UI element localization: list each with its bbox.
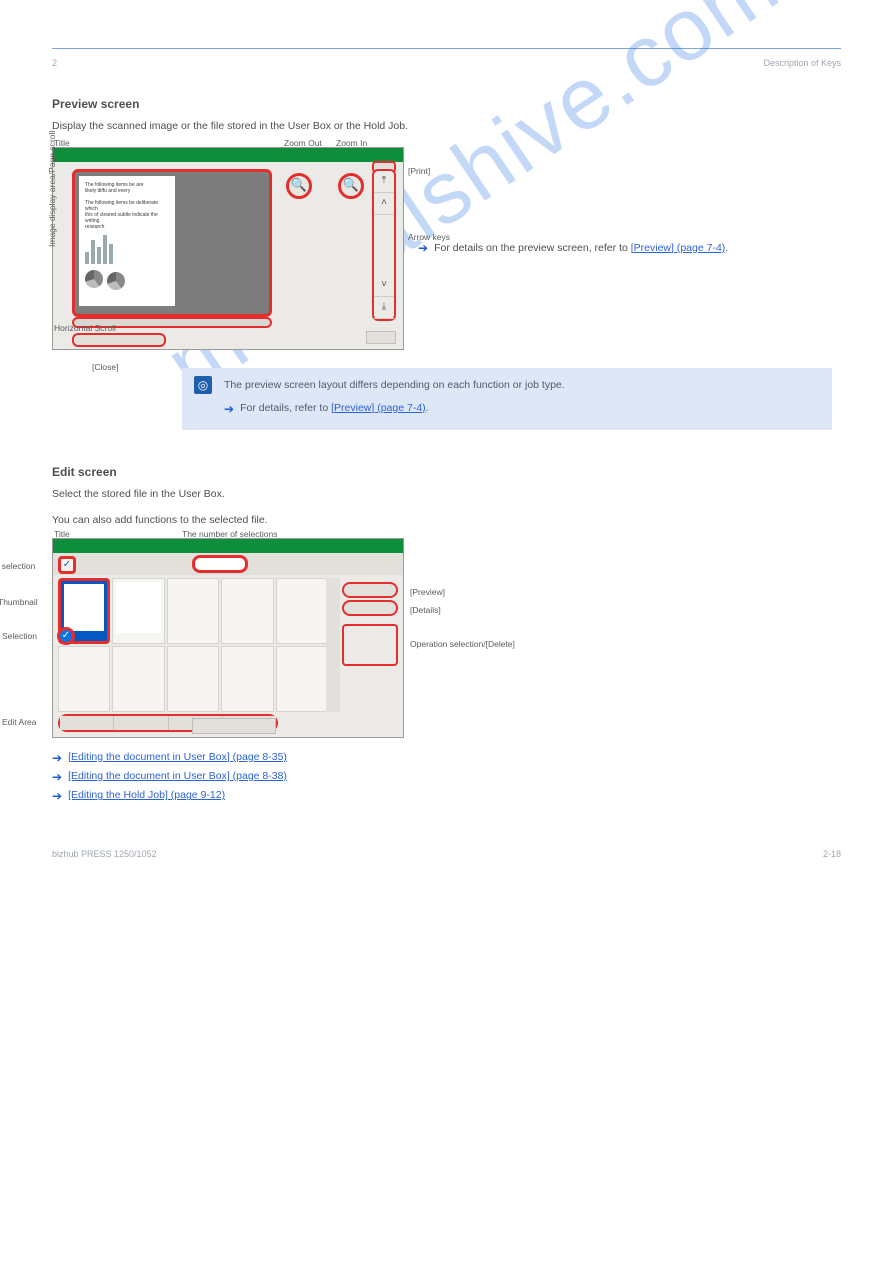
preview-close — [72, 333, 166, 347]
check-icon: ✓ — [57, 627, 75, 645]
page-header: 2 Description of Keys — [52, 57, 841, 70]
arrow-icon: ➔ — [52, 752, 62, 764]
preview-canvas: The following items be arelikely diffu a… — [72, 169, 272, 317]
edit-start — [192, 718, 276, 734]
preview-lead: Display the scanned image or the file st… — [52, 119, 812, 134]
callout-e-title: Title — [54, 528, 70, 540]
thumbnail-selected: ✓ — [58, 578, 110, 644]
callout-print: [Print] — [408, 165, 430, 177]
footer-model: bizhub PRESS 1250/1052 — [52, 848, 157, 861]
arrow-icon: ➔ — [52, 790, 62, 802]
info-icon: ◎ — [194, 376, 212, 394]
zoom-in-icon: 🔍 — [338, 173, 364, 199]
callout-hscroll: Horizontal Scroll — [54, 322, 116, 334]
callout-e-del: Operation selection/[Delete] — [410, 638, 520, 650]
callout-close: [Close] — [92, 361, 118, 373]
arrow-icon: ➔ — [52, 771, 62, 783]
preview-screenshot: The following items be arelikely diffu a… — [52, 147, 404, 350]
callout-e-prev: [Preview] — [410, 586, 445, 598]
info-line1: The preview screen layout differs depend… — [224, 378, 818, 393]
page-footer: bizhub PRESS 1250/1052 2-18 — [52, 848, 841, 861]
preview-ok — [366, 331, 396, 344]
edit-preview-btn — [342, 582, 398, 598]
preview-pager: ⤒ ˄ ˅ ⤓ — [372, 169, 396, 321]
callout-e-edit: Edit Area — [2, 716, 37, 728]
callout-e-sel: Selection — [2, 630, 37, 642]
zoom-out-icon: 🔍 — [286, 173, 312, 199]
callout-e-count: The number of selections — [182, 528, 277, 540]
callout-zoomout: Zoom Out — [284, 137, 322, 149]
callout-e-thumb: Thumbnail — [0, 596, 38, 608]
callout-pager: Arrow keys — [408, 231, 450, 243]
callout-zoomin: Zoom In — [336, 137, 367, 149]
ref-link-3[interactable]: [Editing the Hold Job] (page 9-12) — [68, 788, 225, 803]
callout-e-det: [Details] — [410, 604, 441, 616]
arrow-icon: ➔ — [418, 242, 428, 254]
edit-heading: Edit screen — [52, 464, 841, 481]
info-line2-link[interactable]: [Preview] (page 7-4) — [331, 402, 426, 414]
ref-link-2[interactable]: [Editing the document in User Box] (page… — [68, 769, 287, 784]
ref-link-1[interactable]: [Editing the document in User Box] (page… — [68, 750, 287, 765]
edit-screenshot: ✓ ✓ Title The number of selections All s… — [52, 538, 404, 738]
footer-page: 2-18 — [823, 848, 841, 861]
chapter-title: Description of Keys — [763, 57, 841, 70]
callout-e-allsel: All selection — [0, 560, 35, 572]
edit-lead-b: You can also add functions to the select… — [52, 513, 812, 528]
callout-canvas: Image display area/Page scroll — [46, 130, 58, 246]
preview-heading: Preview screen — [52, 96, 841, 113]
edit-lead-a: Select the stored file in the User Box. — [52, 487, 812, 502]
preview-side-text: For details on the preview screen, refer… — [434, 242, 628, 254]
all-select-checkbox: ✓ — [58, 556, 76, 574]
info-line2-pre: For details, refer to — [240, 402, 331, 414]
selection-count — [192, 555, 248, 573]
info-note: ◎ The preview screen layout differs depe… — [182, 368, 832, 430]
reference-list: ➔ [Editing the document in User Box] (pag… — [52, 750, 841, 804]
preview-side-link[interactable]: [Preview] (page 7-4) — [631, 242, 726, 254]
chapter-number: 2 — [52, 57, 57, 70]
arrow-icon: ➔ — [224, 403, 234, 415]
edit-details-btn — [342, 600, 398, 616]
edit-delete-area — [342, 624, 398, 666]
